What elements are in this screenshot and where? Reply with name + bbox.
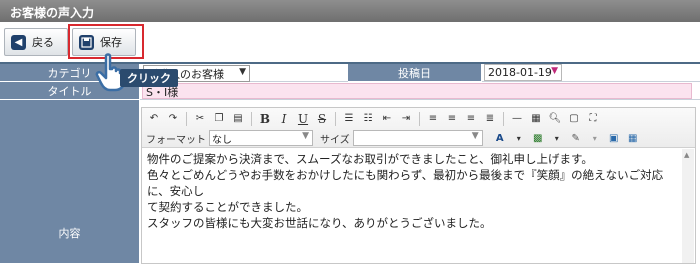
italic-icon[interactable]: I <box>276 111 292 126</box>
chevron-down-icon: ▼ <box>302 131 309 141</box>
editor-toolbar: ↶ ↷ ✂ ❐ ▤ B I U S ☰ ☷ ⇤ ⇥ ≡ ≡ ≡ ≣ — ▦ 🔍︎… <box>142 108 695 148</box>
chevron-down-icon: ▼ <box>471 131 479 141</box>
text-color-icon[interactable]: A <box>492 131 508 146</box>
align-left-icon[interactable]: ≡ <box>425 111 441 126</box>
chevron-down-icon[interactable]: ▾ <box>511 131 527 146</box>
find-icon[interactable]: 🔍︎ <box>547 111 563 126</box>
chevron-down-icon[interactable]: ▾ <box>549 131 565 146</box>
editor-scrollbar[interactable]: ▲ <box>682 149 694 263</box>
size-label: サイズ <box>320 134 350 146</box>
undo-icon[interactable]: ↶ <box>146 111 162 126</box>
editor-content[interactable]: 物件のご提案から決済まで、スムーズなお取引ができましたこと、御礼申し上げます。 … <box>147 151 677 231</box>
align-justify-icon[interactable]: ≣ <box>482 111 498 126</box>
toolbar-separator <box>186 111 187 126</box>
toolbar-separator <box>251 111 252 126</box>
align-right-icon[interactable]: ≡ <box>463 111 479 126</box>
content-line: て契約することができました。 <box>147 200 308 214</box>
fullscreen-icon[interactable]: ⛶ <box>585 111 601 126</box>
align-center-icon[interactable]: ≡ <box>444 111 460 126</box>
content-line: スタッフの皆様にも大変お世話になり、ありがとうございました。 <box>147 216 492 230</box>
chevron-down-icon: ▼ <box>239 67 246 77</box>
horizontal-rule-icon[interactable]: — <box>509 111 525 126</box>
background-color-icon[interactable]: ▩ <box>530 131 546 146</box>
copy-icon[interactable]: ❐ <box>211 111 227 126</box>
click-annotation-label: クリック <box>120 69 178 87</box>
toolbar-separator <box>335 111 336 126</box>
post-date-select[interactable]: 2018-01-19 ▼ <box>484 64 562 81</box>
chevron-down-icon: ▼ <box>551 66 558 76</box>
content-label-text: 内容 <box>58 227 81 240</box>
post-date-cell: 2018-01-19 ▼ <box>482 64 700 82</box>
numbered-list-icon[interactable]: ☰ <box>341 111 357 126</box>
outdent-icon[interactable]: ⇤ <box>379 111 395 126</box>
paste-icon[interactable]: ▤ <box>230 111 246 126</box>
image-icon[interactable]: ▣ <box>606 131 622 146</box>
format-select[interactable]: なし ▼ <box>209 130 313 146</box>
rich-text-editor[interactable]: ↶ ↷ ✂ ❐ ▤ B I U S ☰ ☷ ⇤ ⇥ ≡ ≡ ≡ ≣ — ▦ 🔍︎… <box>141 107 696 264</box>
back-button[interactable]: ◀ 戻る <box>4 28 68 56</box>
back-arrow-icon: ◀ <box>11 34 26 50</box>
table-icon[interactable]: ▦ <box>528 111 544 126</box>
underline-icon[interactable]: U <box>295 111 311 126</box>
source-icon[interactable]: ▢ <box>566 111 582 126</box>
post-date-label: 投稿日 <box>348 64 482 82</box>
strikethrough-icon[interactable]: S <box>314 111 330 126</box>
content-label: 内容 <box>0 100 140 264</box>
title-cell: S・I様 <box>140 82 700 100</box>
cut-icon[interactable]: ✂ <box>192 111 208 126</box>
highlight-pen-icon[interactable]: ✎ <box>568 131 584 146</box>
indent-icon[interactable]: ⇥ <box>398 111 414 126</box>
post-date-value: 2018-01-19 <box>488 66 552 79</box>
title-input[interactable]: S・I様 <box>142 83 692 99</box>
bullet-list-icon[interactable]: ☷ <box>360 111 376 126</box>
toolbar-separator <box>503 111 504 126</box>
format-label: フォーマット <box>146 134 206 146</box>
redo-icon[interactable]: ↷ <box>165 111 181 126</box>
toolbar-separator <box>419 111 420 126</box>
bold-icon[interactable]: B <box>257 111 273 126</box>
chevron-down-icon[interactable]: ▾ <box>587 131 603 146</box>
content-line: 物件のご提案から決済まで、スムーズなお取引ができましたこと、御礼申し上げます。 <box>147 152 593 166</box>
content-line: 色々とごめんどうやお手数をおかけしたにも関わらず、最初から最後まで『笑顔』の絶え… <box>147 168 664 198</box>
format-select-value: なし <box>212 134 232 146</box>
back-button-label: 戻る <box>32 36 54 49</box>
media-icon[interactable]: ▦ <box>625 131 641 146</box>
window-title: お客様の声入力 <box>0 0 700 22</box>
size-select[interactable]: ▼ <box>352 130 483 146</box>
scroll-up-icon[interactable]: ▲ <box>684 151 689 159</box>
